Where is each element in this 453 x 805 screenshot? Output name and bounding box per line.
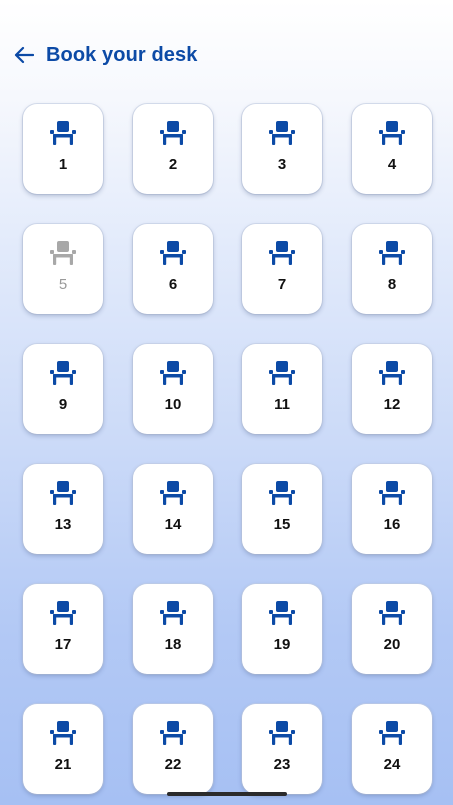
chair-icon bbox=[160, 241, 186, 265]
chair-icon bbox=[160, 601, 186, 625]
desk-number: 2 bbox=[168, 156, 178, 173]
chair-icon bbox=[269, 241, 295, 265]
chair-icon bbox=[160, 121, 186, 145]
desk-card-7[interactable]: 7 bbox=[242, 224, 322, 314]
desk-number: 6 bbox=[168, 276, 178, 293]
chair-icon bbox=[160, 721, 186, 745]
desk-card-14[interactable]: 14 bbox=[133, 464, 213, 554]
desk-card-11[interactable]: 11 bbox=[242, 344, 322, 434]
desk-number: 15 bbox=[273, 516, 291, 533]
chair-icon bbox=[269, 361, 295, 385]
chair-icon bbox=[379, 361, 405, 385]
desk-card-21[interactable]: 21 bbox=[23, 704, 103, 794]
desk-number: 9 bbox=[58, 396, 68, 413]
desk-card-17[interactable]: 17 bbox=[23, 584, 103, 674]
desk-card-8[interactable]: 8 bbox=[352, 224, 432, 314]
chair-icon bbox=[379, 241, 405, 265]
desk-card-4[interactable]: 4 bbox=[352, 104, 432, 194]
desk-card-1[interactable]: 1 bbox=[23, 104, 103, 194]
home-indicator bbox=[167, 792, 287, 796]
desk-number: 17 bbox=[54, 636, 72, 653]
desk-number: 20 bbox=[383, 636, 401, 653]
desk-card-6[interactable]: 6 bbox=[133, 224, 213, 314]
desk-number: 14 bbox=[164, 516, 182, 533]
chair-icon bbox=[269, 721, 295, 745]
chair-icon bbox=[379, 721, 405, 745]
desk-card-18[interactable]: 18 bbox=[133, 584, 213, 674]
chair-icon bbox=[379, 121, 405, 145]
chair-icon bbox=[50, 481, 76, 505]
chair-icon bbox=[50, 721, 76, 745]
desk-number: 5 bbox=[58, 276, 68, 293]
chair-icon bbox=[160, 481, 186, 505]
desk-number: 13 bbox=[54, 516, 72, 533]
chair-icon bbox=[50, 601, 76, 625]
desk-card-10[interactable]: 10 bbox=[133, 344, 213, 434]
desk-number: 7 bbox=[277, 276, 287, 293]
chair-icon bbox=[269, 121, 295, 145]
desk-card-3[interactable]: 3 bbox=[242, 104, 322, 194]
chair-icon bbox=[379, 481, 405, 505]
chair-icon bbox=[379, 601, 405, 625]
desk-card-5: 5 bbox=[23, 224, 103, 314]
desk-number: 24 bbox=[383, 756, 401, 773]
desk-card-13[interactable]: 13 bbox=[23, 464, 103, 554]
desk-card-12[interactable]: 12 bbox=[352, 344, 432, 434]
chair-icon bbox=[50, 121, 76, 145]
desk-number: 22 bbox=[164, 756, 182, 773]
desk-number: 19 bbox=[273, 636, 291, 653]
desk-card-22[interactable]: 22 bbox=[133, 704, 213, 794]
desk-card-24[interactable]: 24 bbox=[352, 704, 432, 794]
desk-card-2[interactable]: 2 bbox=[133, 104, 213, 194]
desk-number: 8 bbox=[387, 276, 397, 293]
desk-number: 11 bbox=[274, 396, 290, 413]
desk-number: 10 bbox=[164, 396, 182, 413]
chair-icon bbox=[160, 361, 186, 385]
chair-icon bbox=[269, 481, 295, 505]
desk-number: 18 bbox=[164, 636, 182, 653]
desk-number: 23 bbox=[273, 756, 291, 773]
desk-number: 16 bbox=[383, 516, 401, 533]
desk-card-19[interactable]: 19 bbox=[242, 584, 322, 674]
desk-number: 4 bbox=[387, 156, 397, 173]
chair-icon bbox=[50, 361, 76, 385]
desk-card-16[interactable]: 16 bbox=[352, 464, 432, 554]
desk-card-9[interactable]: 9 bbox=[23, 344, 103, 434]
desk-number: 3 bbox=[277, 156, 287, 173]
desk-card-20[interactable]: 20 bbox=[352, 584, 432, 674]
desk-grid: 1 2 3 4 5 6 7 8 9 10 11 12 13 14 15 16 17 18 19 20 21 22 23 24 bbox=[0, 0, 453, 805]
desk-card-15[interactable]: 15 bbox=[242, 464, 322, 554]
desk-number: 1 bbox=[58, 156, 68, 173]
desk-number: 21 bbox=[54, 756, 72, 773]
chair-icon bbox=[269, 601, 295, 625]
desk-card-23[interactable]: 23 bbox=[242, 704, 322, 794]
chair-icon bbox=[50, 241, 76, 265]
desk-number: 12 bbox=[383, 396, 401, 413]
